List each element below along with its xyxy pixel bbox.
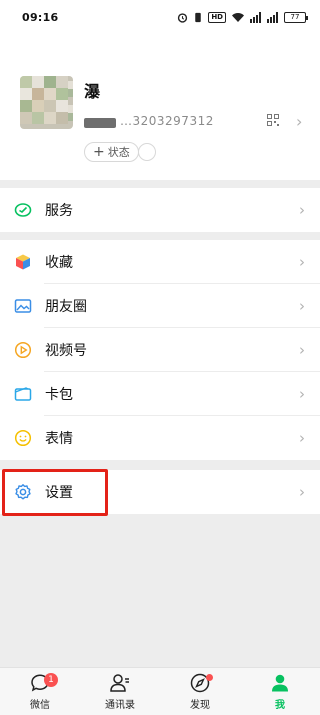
menu-item-settings[interactable]: 设置 ›	[0, 470, 320, 514]
menu-label-services: 服务	[45, 203, 73, 219]
status-icons: HD 77	[177, 11, 308, 23]
menu-item-services[interactable]: 服务 ›	[0, 188, 320, 232]
tab-chats[interactable]: 1 微信	[0, 668, 80, 715]
sticker-smile-icon	[14, 429, 32, 447]
bottom-nav: 1 微信 通讯录 发现 我	[0, 667, 320, 715]
tab-me[interactable]: 我	[240, 668, 320, 715]
menu-item-cards[interactable]: 卡包 ›	[0, 372, 320, 416]
chevron-right-icon: ›	[299, 429, 305, 447]
chevron-right-icon: ›	[299, 297, 305, 315]
services-icon	[14, 201, 32, 219]
status-label: 状态	[107, 146, 130, 159]
signal-icon-1	[250, 11, 261, 23]
status-bar: 09:16 HD 77	[0, 0, 320, 34]
menu-label-settings: 设置	[45, 485, 73, 501]
tab-discover[interactable]: 发现	[160, 668, 240, 715]
menu-item-channels[interactable]: 视频号 ›	[0, 328, 320, 372]
avatar[interactable]	[20, 76, 73, 129]
favorites-cube-icon	[14, 253, 32, 271]
chevron-right-icon: ›	[299, 201, 305, 219]
battery-icon: 77	[284, 11, 308, 23]
chevron-right-icon: ›	[296, 112, 303, 131]
menu-label-channels: 视频号	[45, 343, 87, 359]
wechat-id-mask	[84, 118, 116, 128]
profile-header[interactable]: 瀑 …3203297312 › + 状态	[0, 34, 320, 180]
chats-badge: 1	[44, 673, 58, 687]
wechat-id: …3203297312	[120, 114, 214, 128]
services-group: 服务 ›	[0, 188, 320, 232]
alarm-icon	[178, 12, 188, 23]
settings-gear-icon	[14, 483, 32, 501]
settings-group: 设置 ›	[0, 470, 320, 514]
menu-label-favorites: 收藏	[45, 255, 73, 271]
moments-photo-icon	[14, 297, 32, 315]
tab-label-discover: 发现	[190, 700, 210, 711]
discover-dot-badge	[206, 674, 213, 681]
plus-icon: +	[93, 144, 105, 160]
chevron-right-icon: ›	[299, 385, 305, 403]
tab-label-contacts: 通讯录	[105, 700, 135, 711]
nickname: 瀑	[84, 82, 101, 101]
main-menu-group: 收藏 › 朋友圈 › 视频号 › 卡包 › 表情 ›	[0, 240, 320, 460]
menu-item-stickers[interactable]: 表情 ›	[0, 416, 320, 460]
menu-item-favorites[interactable]: 收藏 ›	[0, 240, 320, 284]
qr-code-icon[interactable]	[267, 114, 279, 126]
status-time: 09:16	[22, 10, 59, 24]
tab-label-me: 我	[275, 700, 285, 711]
channels-play-icon	[14, 341, 32, 359]
contacts-person-icon	[110, 674, 129, 692]
menu-item-moments[interactable]: 朋友圈 ›	[0, 284, 320, 328]
me-person-icon	[272, 674, 288, 692]
wifi-icon	[232, 12, 244, 22]
menu-label-moments: 朋友圈	[45, 299, 87, 315]
card-wallet-icon	[14, 385, 32, 403]
hd-icon: HD	[208, 11, 226, 23]
vibrate-icon	[195, 12, 202, 22]
menu-label-stickers: 表情	[45, 431, 73, 447]
chevron-right-icon: ›	[299, 483, 305, 501]
menu-label-cards: 卡包	[45, 387, 73, 403]
status-button[interactable]: + 状态	[84, 142, 139, 162]
signal-icon-2	[267, 11, 278, 23]
status-circle-icon[interactable]	[138, 143, 156, 161]
chevron-right-icon: ›	[299, 253, 305, 271]
tab-contacts[interactable]: 通讯录	[80, 668, 160, 715]
chevron-right-icon: ›	[299, 341, 305, 359]
tab-label-chats: 微信	[30, 700, 50, 711]
